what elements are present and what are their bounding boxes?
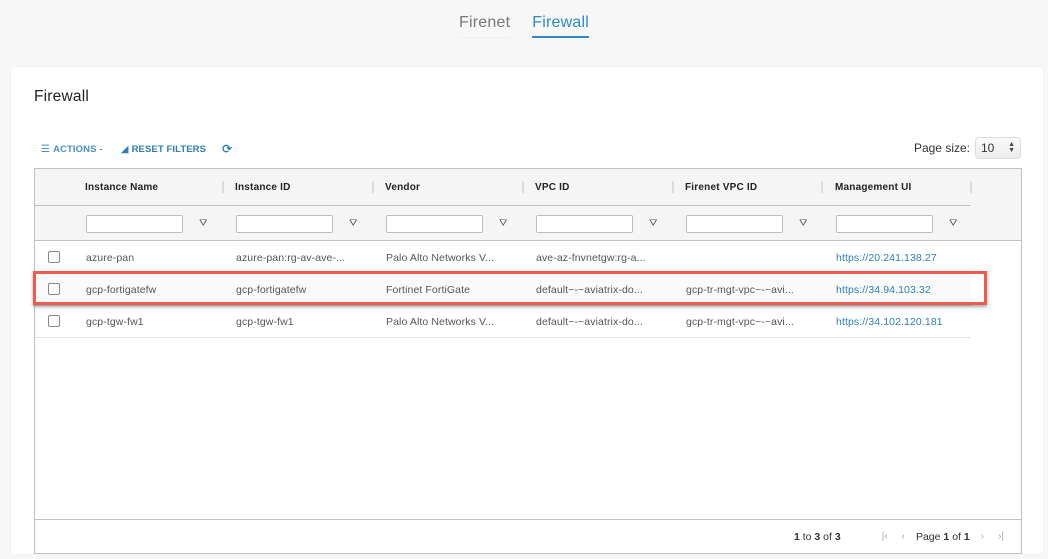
filter-input-instance-id[interactable]: [236, 215, 333, 233]
reset-filters-button[interactable]: ◢ RESET FILTERS: [121, 144, 206, 155]
actions-label: ACTIONS: [53, 143, 97, 155]
row-checkbox[interactable]: [48, 315, 60, 327]
pagination-footer: 1 to 3 of 3 |‹ ‹ Page 1 of 1 › ›|: [35, 519, 1021, 553]
column-header-management-ui[interactable]: Management UI: [835, 169, 912, 206]
table-row[interactable]: gcp-fortigatefw gcp-fortigatefw Fortinet…: [35, 274, 971, 306]
table-row[interactable]: gcp-tgw-fw1 gcp-tgw-fw1 Palo Alto Networ…: [35, 306, 971, 338]
table-header: Instance Name Instance ID Vendor VPC ID …: [35, 169, 1021, 241]
page-size-label: Page size:: [913, 141, 970, 155]
row-count-summary: 1 to 3 of 3: [794, 531, 841, 543]
management-ui-link[interactable]: https://34.94.103.32: [836, 274, 931, 305]
total-pages: 1: [963, 530, 970, 543]
column-header-firenet-vpc-id[interactable]: Firenet VPC ID: [685, 169, 757, 206]
cell-instance-id: gcp-tgw-fw1: [236, 315, 294, 328]
filter-input-management-ui[interactable]: [836, 215, 933, 233]
reset-filters-label: RESET FILTERS: [131, 143, 207, 155]
row-to: 3: [814, 530, 821, 543]
filter-input-instance-name[interactable]: [86, 215, 183, 233]
row-checkbox[interactable]: [48, 283, 60, 295]
filter-icon[interactable]: ⛛: [349, 218, 357, 229]
column-resizer[interactable]: [672, 181, 674, 193]
page-of-label: of: [952, 530, 961, 543]
column-header-row: Instance Name Instance ID Vendor VPC ID …: [35, 169, 972, 206]
page-size-control: Page size: 10 ▲ ▼: [914, 137, 1021, 159]
filter-icon[interactable]: ⛛: [199, 218, 207, 229]
filter-icon[interactable]: ⛛: [499, 218, 507, 229]
to-label: to: [802, 530, 812, 543]
last-page-icon[interactable]: ›|: [998, 531, 1004, 542]
cell-instance-id: azure-pan:rg-av-ave-...: [236, 251, 346, 264]
row-checkbox[interactable]: [48, 251, 60, 263]
cell-vpc-id: default~-~aviatrix-do...: [536, 315, 643, 328]
column-resizer[interactable]: [372, 181, 374, 193]
filter-input-firenet-vpc-id[interactable]: [686, 215, 783, 233]
card-title: Firewall: [34, 88, 89, 105]
page-label: Page: [915, 530, 941, 543]
management-ui-link[interactable]: https://20.241.138.27: [836, 242, 937, 273]
next-page-icon[interactable]: ›: [981, 531, 984, 542]
row-from: 1: [793, 530, 800, 543]
cell-firenet-vpc-id: gcp-tr-mgt-vpc~-~avi...: [686, 315, 794, 328]
list-icon: ☰: [41, 143, 51, 155]
column-resizer[interactable]: [222, 181, 224, 193]
management-ui-link[interactable]: https://34.102.120.181: [836, 306, 943, 337]
row-total: 3: [834, 530, 841, 543]
page-indicator: Page 1 of 1: [916, 531, 970, 543]
filter-input-vpc-id[interactable]: [536, 215, 633, 233]
cell-instance-id: gcp-fortigatefw: [236, 283, 307, 296]
column-header-vendor[interactable]: Vendor: [385, 169, 420, 206]
eraser-icon: ◢: [120, 143, 129, 155]
filter-icon[interactable]: ⛛: [949, 218, 957, 229]
cell-instance-name: gcp-fortigatefw: [86, 283, 157, 296]
firewall-card: Firewall ☰ ACTIONS - ◢ RESET FILTERS ⟳ P…: [11, 67, 1043, 554]
current-page: 1: [943, 530, 950, 543]
refresh-icon: ⟳: [222, 142, 233, 156]
first-page-icon[interactable]: |‹: [882, 531, 888, 542]
filter-input-vendor[interactable]: [386, 215, 483, 233]
cell-firenet-vpc-id: gcp-tr-mgt-vpc~-~avi...: [686, 283, 794, 296]
cell-vendor: Palo Alto Networks V...: [386, 315, 495, 328]
cell-vpc-id: default~-~aviatrix-do...: [536, 283, 643, 296]
column-header-instance-name[interactable]: Instance Name: [85, 169, 158, 206]
page-size-select[interactable]: 10 ▲ ▼: [975, 137, 1021, 159]
column-resizer[interactable]: [522, 181, 524, 193]
tab-firewall[interactable]: Firewall: [532, 12, 589, 38]
cell-vpc-id: ave-az-fnvnetgw:rg-a...: [536, 251, 646, 264]
top-tabs: Firenet Firewall: [0, 12, 1048, 38]
tab-firenet[interactable]: Firenet: [459, 12, 511, 38]
of-label: of: [823, 530, 832, 543]
column-resizer[interactable]: [970, 181, 972, 193]
cell-vendor: Fortinet FortiGate: [386, 283, 471, 296]
filter-icon[interactable]: ⛛: [799, 218, 807, 229]
filter-icon[interactable]: ⛛: [649, 218, 657, 229]
firewall-table: Instance Name Instance ID Vendor VPC ID …: [34, 168, 1022, 554]
chevron-down-icon: -: [99, 143, 103, 155]
actions-button[interactable]: ☰ ACTIONS -: [41, 144, 103, 155]
select-arrows-icon: ▲ ▼: [1008, 141, 1015, 154]
toolbar: ☰ ACTIONS - ◢ RESET FILTERS ⟳: [41, 142, 232, 156]
cell-instance-name: gcp-tgw-fw1: [86, 315, 144, 328]
page-size-value: 10: [981, 141, 995, 155]
refresh-button[interactable]: ⟳: [222, 142, 232, 156]
filter-row: ⛛ ⛛ ⛛ ⛛ ⛛ ⛛: [35, 206, 1021, 241]
table-row[interactable]: azure-pan azure-pan:rg-av-ave-... Palo A…: [35, 242, 971, 274]
column-header-vpc-id[interactable]: VPC ID: [535, 169, 570, 206]
column-header-instance-id[interactable]: Instance ID: [235, 169, 291, 206]
column-resizer[interactable]: [821, 181, 823, 193]
prev-page-icon[interactable]: ‹: [902, 531, 905, 542]
cell-instance-name: azure-pan: [86, 251, 135, 264]
cell-vendor: Palo Alto Networks V...: [386, 251, 495, 264]
